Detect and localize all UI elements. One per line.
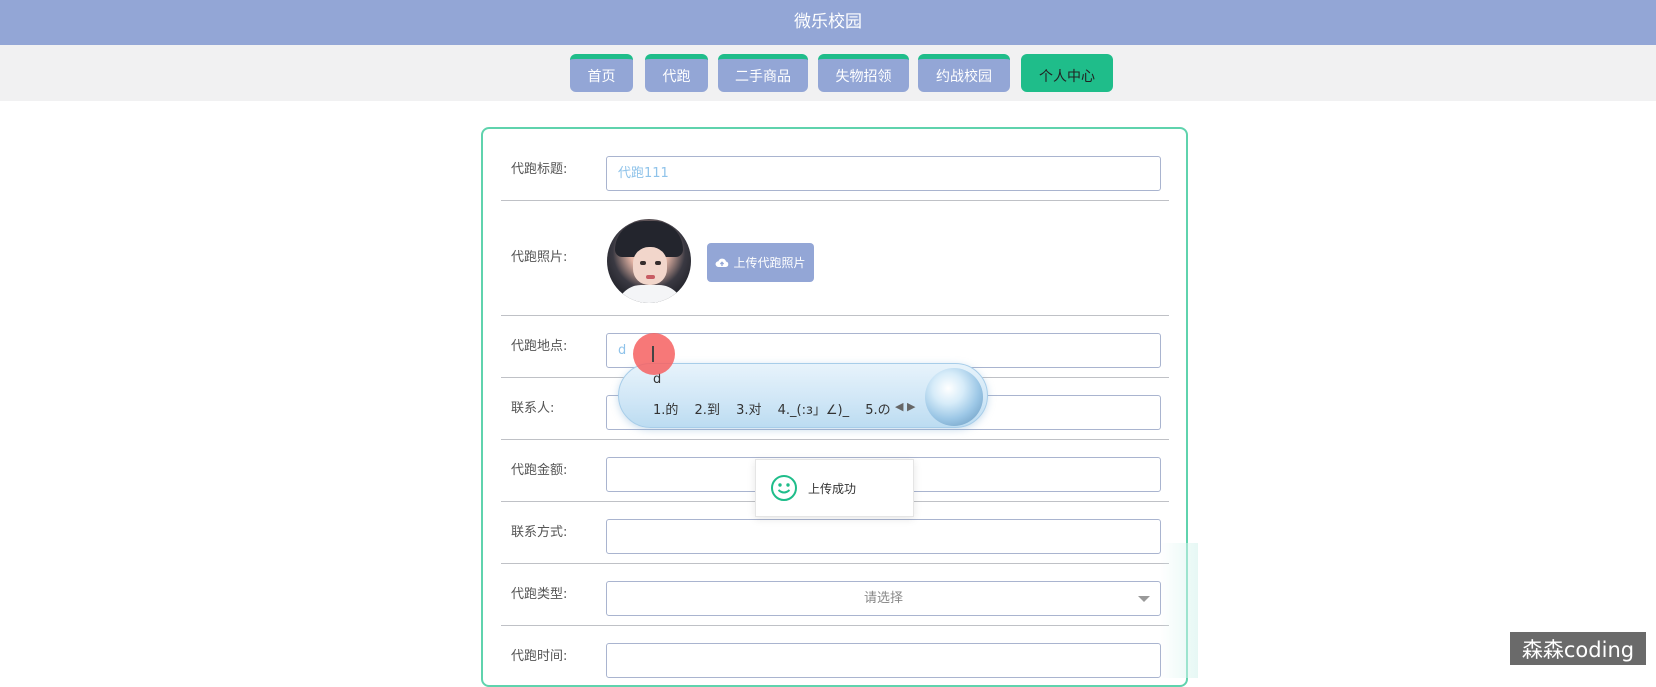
nav-secondhand[interactable]: 二手商品: [718, 54, 808, 92]
ime-candidate-window[interactable]: d 1.的 2.到 3.对 4._(:з」∠)_ 5.の ◀ ▶: [618, 363, 988, 428]
app-title: 微乐校园: [794, 12, 862, 32]
nav-lost-found[interactable]: 失物招领: [818, 54, 909, 92]
title-input[interactable]: 代跑111: [606, 156, 1161, 191]
nav-campus-battle[interactable]: 约战校园: [918, 54, 1010, 92]
ime-candidates[interactable]: 1.的 2.到 3.对 4._(:з」∠)_ 5.の: [653, 399, 891, 418]
nav-bar: 首页 代跑 二手商品 失物招领 约战校园 个人中心: [0, 45, 1656, 101]
divider: [501, 200, 1169, 201]
divider: [501, 315, 1169, 316]
ime-page-arrows-icon[interactable]: ◀ ▶: [895, 400, 915, 413]
smile-icon: [771, 475, 797, 501]
decorative-shade: [1160, 543, 1198, 678]
toast-message: 上传成功: [808, 481, 857, 496]
time-label: 代跑时间:: [511, 649, 568, 664]
type-select[interactable]: 请选择: [606, 581, 1161, 616]
contact-person-label: 联系人:: [511, 401, 555, 416]
location-input-value: d: [618, 343, 627, 358]
photo-label: 代跑照片:: [511, 250, 568, 265]
nav-errand[interactable]: 代跑: [645, 54, 708, 92]
cloud-upload-icon: [716, 258, 729, 267]
location-label: 代跑地点:: [511, 339, 568, 354]
time-input[interactable]: [606, 643, 1161, 678]
upload-photo-button[interactable]: 上传代跑照片: [707, 243, 814, 282]
upload-photo-label: 上传代跑照片: [733, 256, 806, 270]
contact-method-input[interactable]: [606, 519, 1161, 554]
type-select-placeholder: 请选择: [863, 591, 903, 606]
divider: [501, 439, 1169, 440]
app-title-bar: 微乐校园: [0, 0, 1656, 45]
nav-personal-center[interactable]: 个人中心: [1021, 54, 1113, 92]
cursor-highlight: [633, 333, 675, 375]
divider: [501, 563, 1169, 564]
success-toast: 上传成功: [755, 459, 914, 517]
chevron-down-icon: [1138, 596, 1150, 602]
amount-label: 代跑金额:: [511, 463, 568, 478]
ime-logo-icon: [925, 368, 983, 426]
nav-home[interactable]: 首页: [570, 54, 633, 92]
title-input-value: 代跑111: [618, 166, 669, 181]
watermark: 森森coding: [1510, 632, 1646, 665]
title-label: 代跑标题:: [511, 162, 568, 177]
contact-method-label: 联系方式:: [511, 525, 568, 540]
text-cursor-icon: [652, 346, 654, 362]
type-label: 代跑类型:: [511, 587, 568, 602]
divider: [501, 625, 1169, 626]
errand-photo: [607, 219, 691, 303]
